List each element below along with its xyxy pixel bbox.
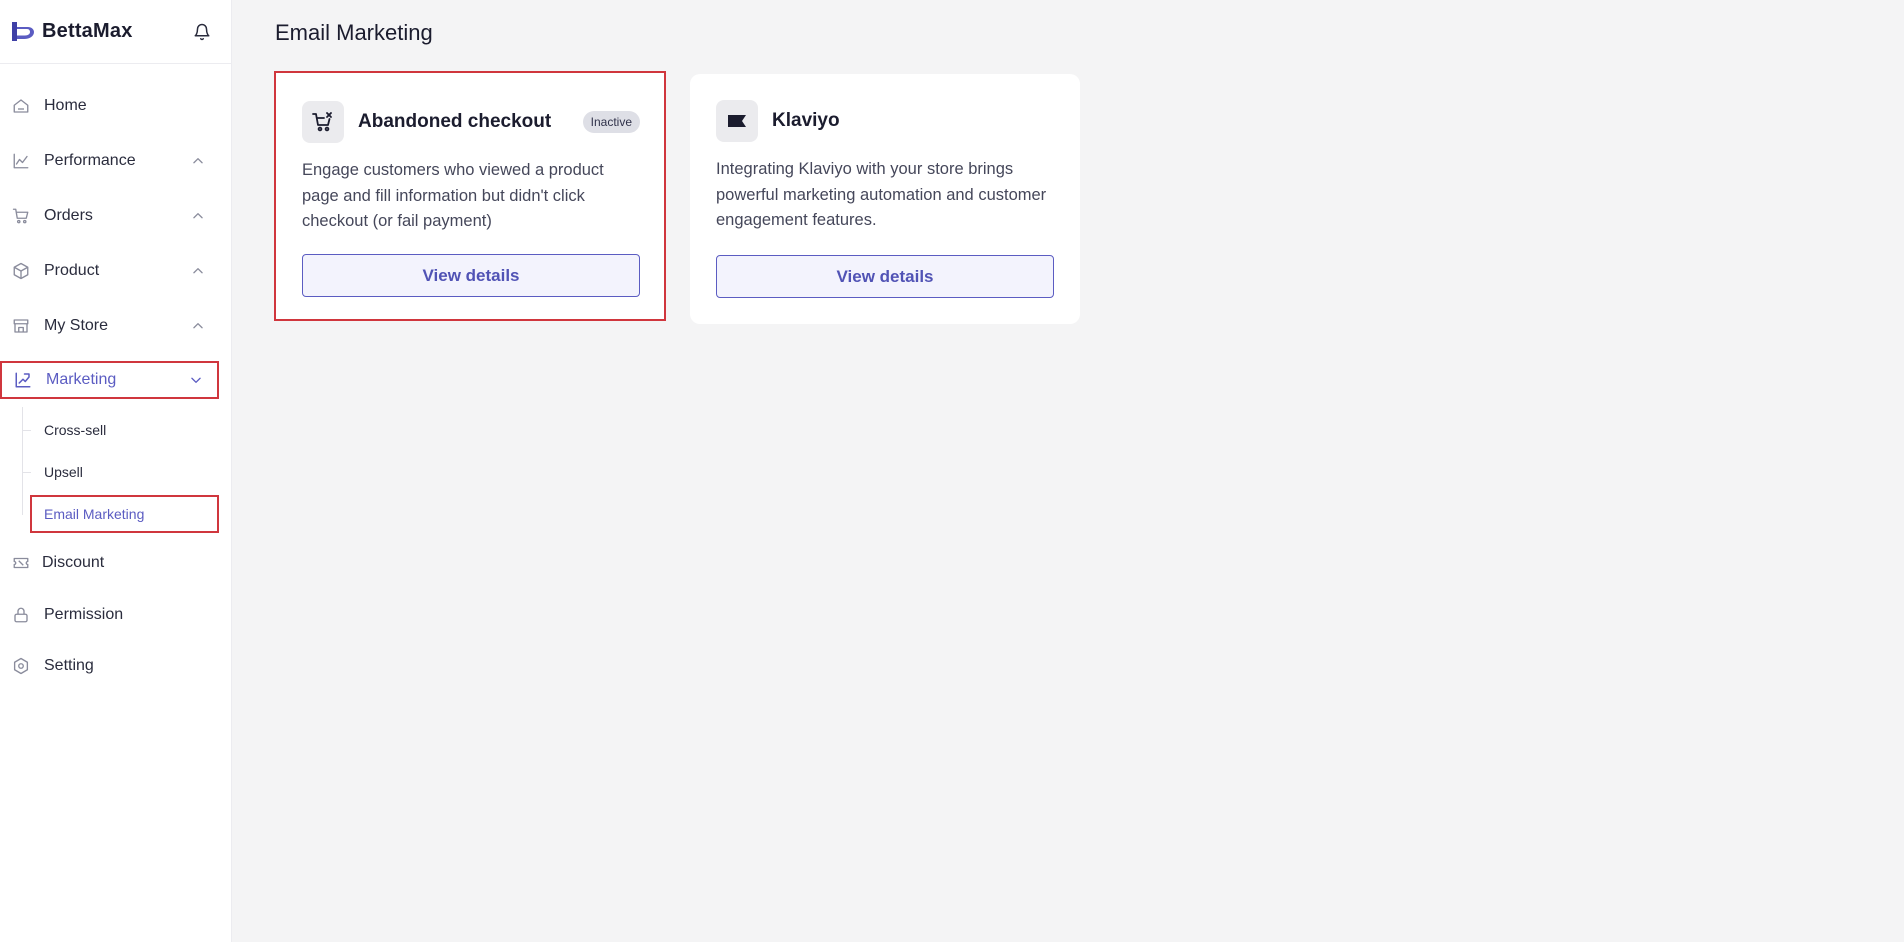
main-content: Email Marketing Abandoned checkout Inact… xyxy=(232,0,1904,942)
view-details-button[interactable]: View details xyxy=(716,255,1054,298)
sidebar-subitem-upsell[interactable]: Upsell xyxy=(22,451,231,493)
sidebar-item-label: Orders xyxy=(44,206,93,224)
box-icon xyxy=(12,262,30,280)
card-description: Integrating Klaviyo with your store brin… xyxy=(716,160,1047,229)
card-description: Engage customers who viewed a product pa… xyxy=(302,161,604,230)
sidebar-item-product[interactable]: Product xyxy=(0,243,231,298)
chart-icon xyxy=(12,152,30,170)
sidebar-item-discount[interactable]: Discount xyxy=(0,537,231,589)
lock-icon xyxy=(12,606,30,624)
sidebar-subitem-email-marketing[interactable]: Email Marketing xyxy=(30,495,219,533)
sidebar-item-label: My Store xyxy=(44,316,109,334)
card-title: Klaviyo xyxy=(772,110,840,131)
sidebar-item-home[interactable]: Home xyxy=(0,78,231,133)
sidebar-item-setting[interactable]: Setting xyxy=(0,640,231,691)
page-title: Email Marketing xyxy=(275,20,433,45)
chevron-down-icon[interactable] xyxy=(189,373,203,387)
sidebar-item-my-store[interactable]: My Store xyxy=(0,298,231,353)
card-header: Abandoned checkout Inactive xyxy=(302,101,640,143)
sidebar-item-label: Home xyxy=(44,96,87,114)
klaviyo-flag-icon xyxy=(716,100,758,142)
card-title: Abandoned checkout xyxy=(358,111,552,132)
bettamax-logo-icon xyxy=(12,21,34,41)
sidebar-item-performance[interactable]: Performance xyxy=(0,133,231,188)
status-badge: Inactive xyxy=(582,111,640,133)
chevron-up-icon[interactable] xyxy=(191,209,205,223)
sidebar-item-permission[interactable]: Permission xyxy=(0,589,231,640)
abandoned-checkout-card: Abandoned checkout Inactive Engage custo… xyxy=(274,71,666,321)
sidebar-nav: Home Performance Orders Product My Store… xyxy=(0,64,231,691)
sidebar-item-label: Setting xyxy=(44,656,94,674)
card-header: Klaviyo xyxy=(716,100,1054,142)
sidebar: BettaMax Home Performance Orders Product… xyxy=(0,0,232,942)
chevron-up-icon[interactable] xyxy=(191,319,205,333)
sidebar-item-marketing[interactable]: Marketing xyxy=(0,361,219,399)
logo[interactable]: BettaMax xyxy=(10,20,133,44)
brand-header: BettaMax xyxy=(0,0,231,64)
sidebar-item-label: Performance xyxy=(44,151,136,169)
notification-bell-icon[interactable] xyxy=(191,21,213,43)
cart-x-icon xyxy=(302,101,344,143)
klaviyo-card: Klaviyo Integrating Klaviyo with your st… xyxy=(690,74,1080,324)
sidebar-item-label: Permission xyxy=(44,605,124,623)
chevron-up-icon[interactable] xyxy=(191,264,205,278)
brand-name: BettaMax xyxy=(42,20,133,42)
view-details-button[interactable]: View details xyxy=(302,254,640,297)
gear-icon xyxy=(12,657,30,675)
sidebar-item-label: Marketing xyxy=(46,371,117,388)
cart-icon xyxy=(12,207,30,225)
chevron-up-icon[interactable] xyxy=(191,154,205,168)
marketing-icon xyxy=(14,371,32,389)
store-icon xyxy=(12,317,30,335)
ticket-icon xyxy=(12,554,30,572)
sidebar-item-orders[interactable]: Orders xyxy=(0,188,231,243)
home-icon xyxy=(12,97,30,115)
marketing-subnav: Cross-sell Upsell Email Marketing xyxy=(22,407,231,533)
sidebar-item-label: Discount xyxy=(42,554,105,571)
sidebar-subitem-cross-sell[interactable]: Cross-sell xyxy=(22,409,231,451)
sidebar-item-label: Product xyxy=(44,261,100,279)
